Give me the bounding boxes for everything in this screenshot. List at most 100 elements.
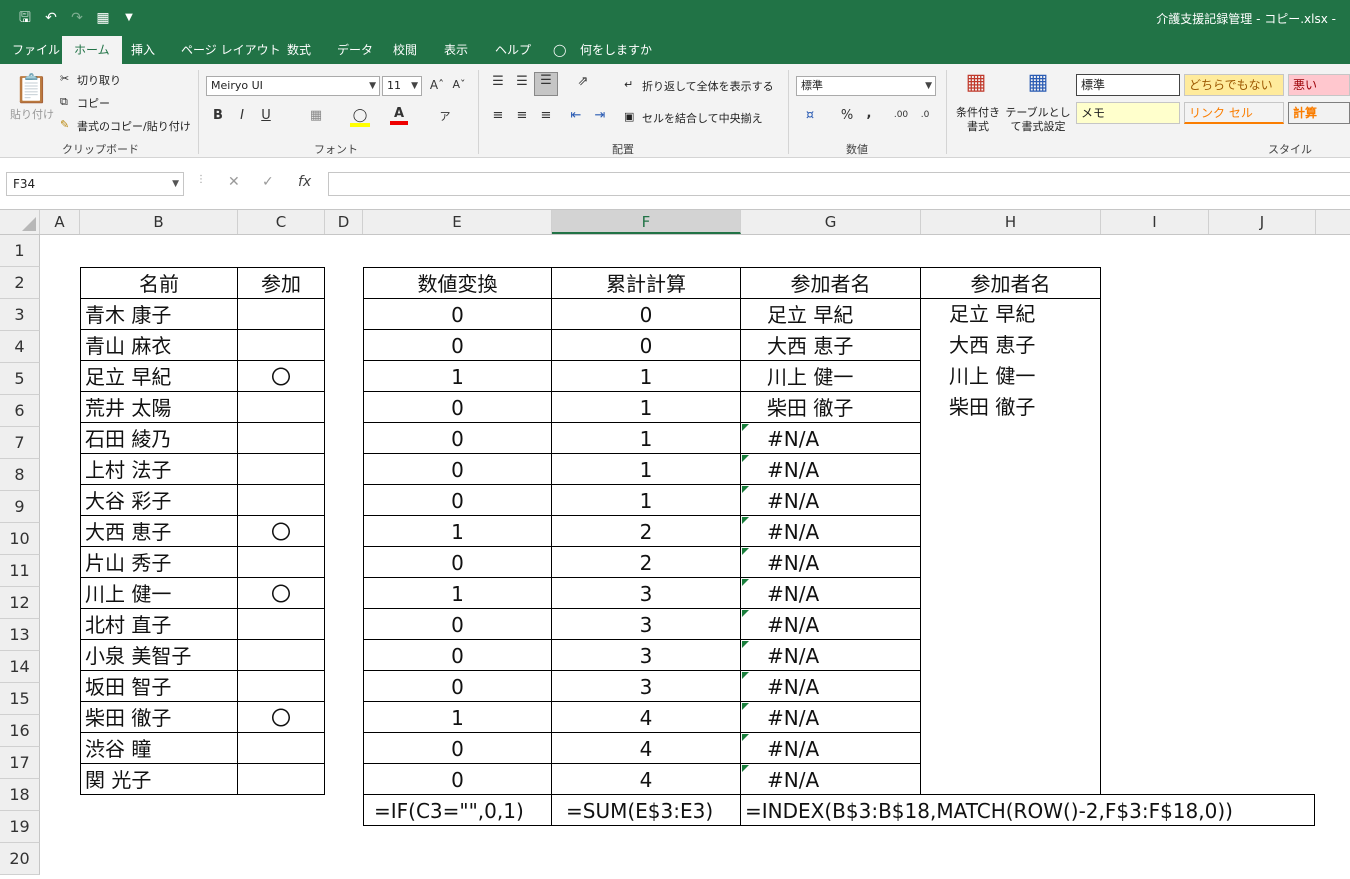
- table2-header-h[interactable]: 参加者名: [920, 267, 1101, 299]
- participant-list-cell[interactable]: [920, 732, 1101, 764]
- number-convert-cell[interactable]: 0: [363, 329, 552, 361]
- participant-list-cell[interactable]: [920, 670, 1101, 702]
- font-color-icon[interactable]: A: [390, 106, 408, 125]
- tab-review[interactable]: 校閲: [393, 36, 417, 64]
- table1-header-join[interactable]: 参加: [237, 267, 325, 299]
- number-convert-cell[interactable]: 1: [363, 515, 552, 547]
- join-cell[interactable]: [237, 453, 325, 485]
- participant-list-cell[interactable]: [920, 484, 1101, 516]
- tell-me-search[interactable]: 何をしますか: [580, 36, 652, 64]
- format-as-table-button[interactable]: テーブルとして書式設定: [1004, 106, 1072, 134]
- number-convert-cell[interactable]: 0: [363, 453, 552, 485]
- tab-view[interactable]: 表示: [444, 36, 468, 64]
- paste-icon[interactable]: 📋: [14, 72, 49, 105]
- redo-icon[interactable]: ↷: [66, 8, 88, 28]
- fx-icon[interactable]: fx: [298, 174, 311, 190]
- cumulative-cell[interactable]: 3: [551, 670, 741, 702]
- table1-header-name[interactable]: 名前: [80, 267, 238, 299]
- cumulative-cell[interactable]: 4: [551, 701, 741, 733]
- row-header[interactable]: 6: [0, 395, 40, 427]
- orientation-icon[interactable]: ⇗: [568, 74, 598, 89]
- style-link-cell[interactable]: リンク セル: [1184, 102, 1284, 124]
- merge-icon[interactable]: ▣: [624, 110, 634, 123]
- error-indicator-icon[interactable]: [742, 641, 749, 648]
- row-header[interactable]: 1: [0, 235, 40, 267]
- tab-page-layout[interactable]: ページ レイアウト: [181, 36, 281, 64]
- participant-cell[interactable]: #N/A: [740, 701, 921, 733]
- number-convert-cell[interactable]: 0: [363, 298, 552, 330]
- cumulative-cell[interactable]: 2: [551, 546, 741, 578]
- name-cell[interactable]: 足立 早紀: [80, 360, 238, 392]
- participant-list-cell[interactable]: [920, 453, 1101, 485]
- row-header[interactable]: 7: [0, 427, 40, 459]
- cumulative-cell[interactable]: 1: [551, 484, 741, 516]
- save-icon[interactable]: 🖫: [14, 8, 36, 28]
- tab-help[interactable]: ヘルプ: [495, 36, 531, 64]
- decrease-indent-icon[interactable]: ⇤: [566, 108, 586, 123]
- formula-e-cell[interactable]: =IF(C3="",0,1): [363, 794, 552, 826]
- name-cell[interactable]: 北村 直子: [80, 608, 238, 640]
- participant-cell[interactable]: #N/A: [740, 422, 921, 454]
- column-header-c[interactable]: C: [238, 210, 325, 234]
- row-header[interactable]: 13: [0, 619, 40, 651]
- align-top-icon[interactable]: ☰: [488, 74, 508, 89]
- name-cell[interactable]: 青木 康子: [80, 298, 238, 330]
- participant-list-cell[interactable]: [920, 515, 1101, 547]
- align-middle-icon[interactable]: ☰: [512, 74, 532, 89]
- column-header-b[interactable]: B: [80, 210, 238, 234]
- cumulative-cell[interactable]: 3: [551, 608, 741, 640]
- table2-header-g[interactable]: 参加者名: [740, 267, 921, 299]
- join-cell[interactable]: [237, 391, 325, 423]
- name-cell[interactable]: 関 光子: [80, 763, 238, 795]
- participant-cell[interactable]: #N/A: [740, 639, 921, 671]
- enter-icon[interactable]: ✓: [262, 174, 274, 190]
- column-header-a[interactable]: A: [40, 210, 80, 234]
- wrap-text-icon[interactable]: ↵: [624, 78, 633, 91]
- table2-header-e[interactable]: 数値変換: [363, 267, 552, 299]
- align-right-icon[interactable]: ≡: [536, 108, 556, 123]
- participant-cell[interactable]: #N/A: [740, 515, 921, 547]
- join-cell[interactable]: [237, 670, 325, 702]
- number-convert-cell[interactable]: 0: [363, 546, 552, 578]
- name-cell[interactable]: 小泉 美智子: [80, 639, 238, 671]
- row-header[interactable]: 11: [0, 555, 40, 587]
- error-indicator-icon[interactable]: [742, 734, 749, 741]
- row-header[interactable]: 5: [0, 363, 40, 395]
- number-convert-cell[interactable]: 1: [363, 360, 552, 392]
- underline-button[interactable]: U: [258, 108, 274, 123]
- cumulative-cell[interactable]: 1: [551, 360, 741, 392]
- style-memo[interactable]: メモ: [1076, 102, 1180, 124]
- error-indicator-icon[interactable]: [742, 548, 749, 555]
- percent-icon[interactable]: %: [838, 108, 856, 123]
- number-convert-cell[interactable]: 0: [363, 484, 552, 516]
- number-convert-cell[interactable]: 0: [363, 732, 552, 764]
- number-convert-cell[interactable]: 1: [363, 577, 552, 609]
- error-indicator-icon[interactable]: [742, 455, 749, 462]
- participant-list-cell[interactable]: 川上 健一: [920, 360, 1101, 392]
- increase-decimal-icon[interactable]: .00: [890, 110, 912, 120]
- participant-list-cell[interactable]: 大西 恵子: [920, 329, 1101, 361]
- name-cell[interactable]: 坂田 智子: [80, 670, 238, 702]
- cumulative-cell[interactable]: 1: [551, 453, 741, 485]
- cumulative-cell[interactable]: 3: [551, 639, 741, 671]
- style-calc[interactable]: 計算: [1288, 102, 1350, 124]
- cumulative-cell[interactable]: 3: [551, 577, 741, 609]
- name-cell[interactable]: 柴田 徹子: [80, 701, 238, 733]
- cancel-icon[interactable]: ✕: [228, 174, 240, 190]
- table2-header-f[interactable]: 累計計算: [551, 267, 741, 299]
- merge-center-button[interactable]: セルを結合して中央揃え: [642, 110, 763, 126]
- bold-button[interactable]: B: [210, 108, 226, 123]
- row-header[interactable]: 8: [0, 459, 40, 491]
- decrease-decimal-icon[interactable]: .0: [914, 110, 936, 120]
- participant-cell[interactable]: #N/A: [740, 608, 921, 640]
- comma-icon[interactable]: ,: [862, 106, 876, 121]
- cumulative-cell[interactable]: 2: [551, 515, 741, 547]
- align-bottom-icon[interactable]: ☰: [534, 72, 558, 96]
- error-indicator-icon[interactable]: [742, 486, 749, 493]
- participant-cell[interactable]: 大西 恵子: [740, 329, 921, 361]
- tab-home[interactable]: ホーム: [62, 36, 122, 64]
- name-cell[interactable]: 上村 法子: [80, 453, 238, 485]
- participant-cell[interactable]: #N/A: [740, 670, 921, 702]
- error-indicator-icon[interactable]: [742, 517, 749, 524]
- style-neutral[interactable]: どちらでもない: [1184, 74, 1284, 96]
